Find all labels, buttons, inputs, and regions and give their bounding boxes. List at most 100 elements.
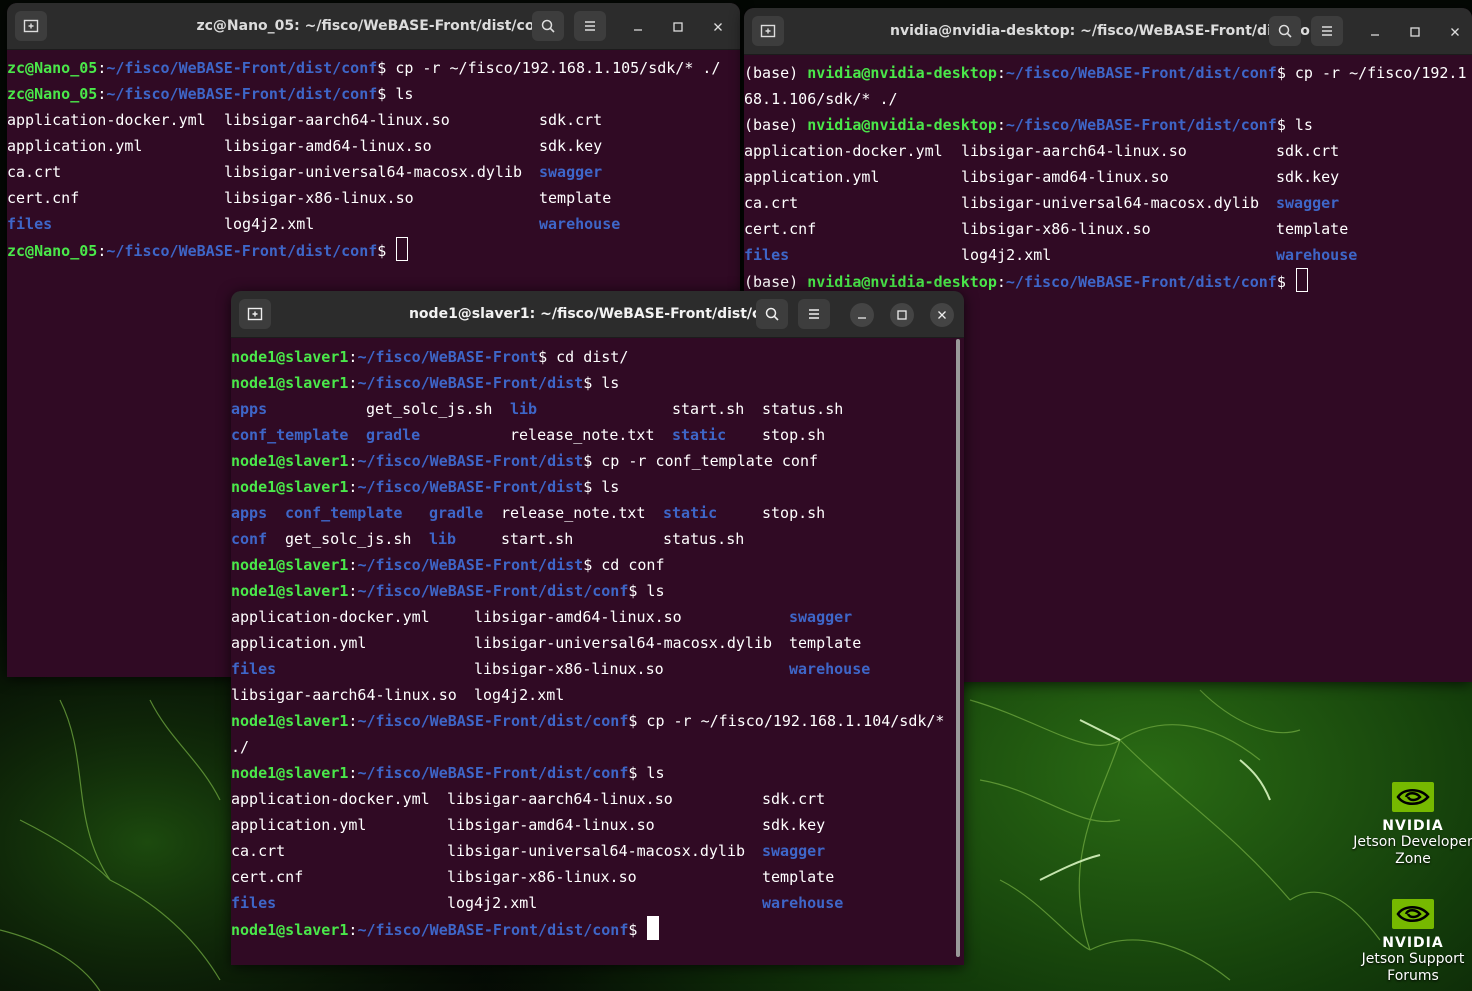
search-button[interactable] [532,11,564,41]
new-tab-button[interactable] [15,11,47,41]
minimize-button[interactable] [850,303,874,327]
directory-entry: files [231,660,277,678]
maximize-button[interactable] [666,15,690,39]
output-line: files log4j2.xml warehouse [231,890,964,916]
file-entry: application.yml [744,168,880,186]
conda-env-label: (base) [744,64,808,82]
prompt-path: ~/fisco/WeBASE-Front/dist [357,374,584,392]
file-entry: libsigar-aarch64-linux.so [224,111,450,129]
prompt-line: (base) nvidia@nvidia-desktop:~/fisco/WeB… [744,112,1472,138]
prompt-path: ~/fisco/WeBASE-Front/dist/conf [357,921,629,939]
minimize-button[interactable] [626,15,650,39]
minimize-icon [634,29,642,31]
prompt-user-host: zc@Nano_05 [7,59,98,77]
prompt-separator: : [996,116,1006,134]
output-line: ca.crt libsigar-universal64-macosx.dylib s… [7,159,740,185]
search-icon [1278,24,1292,38]
directory-entry: warehouse [539,215,621,233]
directory-entry: warehouse [789,660,871,678]
file-entry: template [789,634,862,652]
output-line: libsigar-aarch64-linux.so log4j2.xml [231,682,964,708]
file-entry: sdk.crt [1276,142,1340,160]
file-entry: log4j2.xml [961,246,1052,264]
command-text: ls [637,764,665,782]
prompt-user-host: node1@slaver1 [231,452,349,470]
minimize-icon [1371,34,1379,36]
prompt-path: ~/fisco/WeBASE-Front/dist [357,452,584,470]
output-line: cert.cnf libsigar-x86-linux.so template [744,216,1472,242]
new-tab-icon [23,19,39,33]
file-entry: template [762,868,835,886]
command-text: cp -r ~/fisco/192.1 [1285,64,1467,82]
directory-entry: swagger [539,163,603,181]
directory-entry: static [663,504,718,522]
prompt-symbol: $ [377,242,387,260]
new-tab-button[interactable] [239,299,271,329]
prompt-path: ~/fisco/WeBASE-Front/dist/conf [1005,273,1277,291]
file-entry: libsigar-amd64-linux.so [474,608,682,626]
prompt-symbol: $ [377,59,387,77]
output-line: files log4j2.xml warehouse [7,211,740,237]
desktop-icon-support-forums[interactable]: NVIDIA Jetson Support Forums [1352,897,1472,985]
prompt-separator: : [996,273,1006,291]
prompt-user-host: node1@slaver1 [231,374,349,392]
minimize-button[interactable] [1363,20,1387,44]
prompt-line: zc@Nano_05:~/fisco/WeBASE-Front/dist/con… [7,81,740,107]
maximize-button[interactable] [1403,20,1427,44]
command-text: cd conf [592,556,665,574]
title-bar[interactable]: nvidia@nvidia-desktop: ~/fisco/WeBASE-Fr… [744,8,1472,55]
prompt-line: zc@Nano_05:~/fisco/WeBASE-Front/dist/con… [7,237,740,263]
output-text: 68.1.106/sdk/* ./ [744,90,898,108]
file-entry: libsigar-aarch64-linux.so [447,790,673,808]
file-entry: application-docker.yml [7,111,206,129]
directory-entry: lib [429,530,457,548]
prompt-user-host: zc@Nano_05 [7,85,98,103]
text-cursor [647,916,660,940]
prompt-line: node1@slaver1:~/fisco/WeBASE-Front/dist$… [231,474,964,500]
new-tab-button[interactable] [752,16,784,46]
file-entry: libsigar-amd64-linux.so [961,168,1169,186]
search-button[interactable] [1269,16,1301,46]
terminal-output[interactable]: node1@slaver1:~/fisco/WeBASE-Front$ cd d… [231,338,964,965]
output-line: ca.crt libsigar-universal64-macosx.dylib s… [744,190,1472,216]
maximize-icon [1410,27,1420,37]
terminal-window-slaver1[interactable]: node1@slaver1: ~/fisco/WeBASE-Front/dist… [231,291,964,965]
directory-entry: warehouse [762,894,844,912]
file-entry: application-docker.yml [231,790,430,808]
desktop-icon-developer-zone[interactable]: NVIDIA Jetson Developer Zone [1352,780,1472,868]
nvidia-eye-icon [1392,782,1434,812]
prompt-path: ~/fisco/WeBASE-Front/dist/conf [1005,116,1277,134]
directory-entry: gradle [366,426,421,444]
prompt-path: ~/fisco/WeBASE-Front/dist/conf [106,242,378,260]
menu-button[interactable] [574,11,606,41]
text-cursor [396,237,409,261]
prompt-path: ~/fisco/WeBASE-Front/dist/conf [357,764,629,782]
output-line: application-docker.yml libsigar-amd64-lin… [231,604,964,630]
directory-entry: warehouse [1276,246,1358,264]
maximize-button[interactable] [890,303,914,327]
prompt-separator: : [996,64,1006,82]
menu-button[interactable] [1311,16,1343,46]
output-line: application-docker.yml libsigar-aarch64-l… [7,107,740,133]
search-icon [541,19,555,33]
icon-label: Jetson Developer [1353,834,1472,850]
directory-entry: swagger [789,608,853,626]
file-entry: log4j2.xml [474,686,565,704]
menu-button[interactable] [798,299,830,329]
prompt-line: (base) nvidia@nvidia-desktop:~/fisco/WeB… [744,60,1472,86]
title-bar[interactable]: node1@slaver1: ~/fisco/WeBASE-Front/dist… [231,291,964,338]
prompt-symbol: $ [583,556,593,574]
close-button[interactable] [1443,20,1467,44]
close-button[interactable] [930,303,954,327]
icon-brand: NVIDIA [1382,818,1444,834]
file-entry: application.yml [231,816,367,834]
prompt-path: ~/fisco/WeBASE-Front/dist/conf [357,582,629,600]
close-button[interactable] [706,15,730,39]
file-entry: start.sh [501,530,574,548]
hamburger-icon [809,309,819,319]
search-button[interactable] [756,299,788,329]
directory-entry: gradle [429,504,484,522]
file-entry: libsigar-x86-linux.so [474,660,664,678]
scrollbar[interactable] [956,339,960,957]
title-bar[interactable]: zc@Nano_05: ~/fisco/WeBASE-Front/dist/co… [7,3,740,50]
